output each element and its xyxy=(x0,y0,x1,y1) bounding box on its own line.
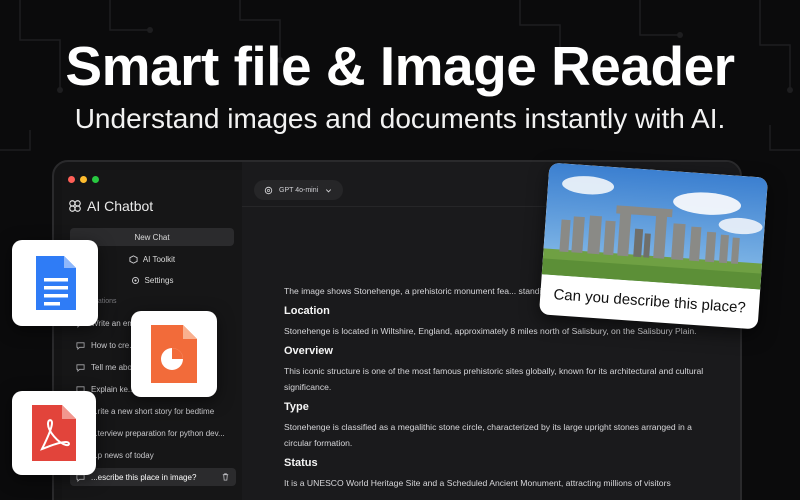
conversation-item[interactable]: ...p news of today xyxy=(76,446,236,464)
response-heading: Overview xyxy=(284,345,333,357)
model-name: GPT 4o-mini xyxy=(279,186,319,194)
window-controls xyxy=(68,176,99,183)
presentation-file-icon xyxy=(151,325,197,383)
chat-bubble-icon xyxy=(76,341,85,350)
stonehenge-photo xyxy=(541,162,769,290)
maximize-window-button[interactable] xyxy=(92,176,99,183)
slides-card xyxy=(131,311,217,397)
trash-icon[interactable] xyxy=(221,472,230,481)
conversation-item[interactable]: ...terview preparation for python dev... xyxy=(76,424,236,442)
google-docs-card xyxy=(12,240,98,326)
response-paragraph: It is a UNESCO World Heritage Site and a… xyxy=(284,478,671,488)
response-heading: Status xyxy=(284,457,318,469)
conversation-title: ...terview preparation for python dev... xyxy=(91,428,225,438)
minimize-window-button[interactable] xyxy=(80,176,87,183)
hero-subtitle: Understand images and documents instantl… xyxy=(74,103,726,134)
toolkit-icon xyxy=(129,254,138,264)
hero-title: Smart file & Image Reader xyxy=(65,35,735,97)
chatbot-logo-icon xyxy=(69,200,81,212)
response-paragraph: Stonehenge is classified as a megalithic… xyxy=(284,422,692,448)
app-name: AI Chatbot xyxy=(87,198,154,214)
conversation-title: ...rite a new short story for bedtime xyxy=(91,406,215,416)
ai-toolkit-label: AI Toolkit xyxy=(142,254,176,264)
conversation-title: ...p news of today xyxy=(91,450,154,460)
new-chat-label: New Chat xyxy=(134,232,170,242)
conversation-item[interactable]: ...rite a new short story for bedtime xyxy=(76,402,236,420)
model-selector[interactable]: GPT 4o-mini xyxy=(254,180,344,200)
response-paragraph: This iconic structure is one of the most… xyxy=(284,366,704,392)
conversation-title: How to cre... xyxy=(91,340,136,350)
image-question-card: Can you describe this place? xyxy=(538,162,769,330)
settings-label: Settings xyxy=(144,275,174,285)
conversation-title: ...escribe this place in image? xyxy=(91,472,197,482)
close-window-button[interactable] xyxy=(68,176,75,183)
pdf-card xyxy=(12,391,96,475)
docs-file-icon xyxy=(36,256,76,310)
response-heading: Type xyxy=(284,401,309,413)
chevron-down-icon xyxy=(326,188,332,192)
gear-icon xyxy=(131,276,139,284)
app-title: AI Chatbot xyxy=(68,198,153,214)
response-paragraph: Stonehenge is located in Wiltshire, Engl… xyxy=(284,326,697,336)
chat-bubble-icon xyxy=(76,363,85,372)
conversation-title: Explain ke... xyxy=(91,384,135,394)
pdf-file-icon xyxy=(32,405,76,461)
ai-model-icon xyxy=(264,186,273,194)
